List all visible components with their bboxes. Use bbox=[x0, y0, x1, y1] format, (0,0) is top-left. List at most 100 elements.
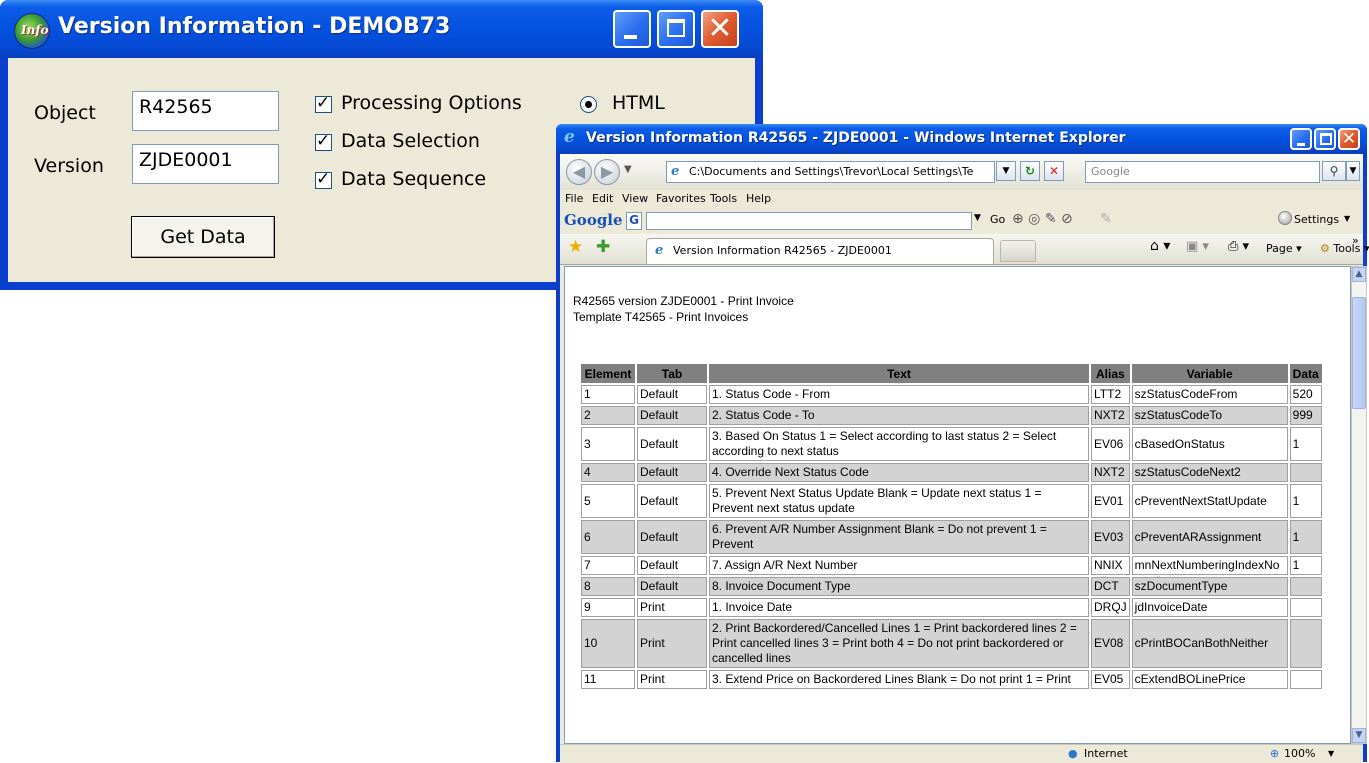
scroll-up-icon[interactable]: ▲ bbox=[1352, 267, 1366, 282]
close-button[interactable]: ✕ bbox=[701, 10, 739, 48]
tab-version-information[interactable]: e Version Information R42565 - ZJDE0001 bbox=[646, 238, 994, 264]
cell-text: 3. Based On Status 1 = Select according … bbox=[709, 427, 1089, 461]
cell-variable: szStatusCodeNext2 bbox=[1131, 463, 1288, 482]
menu-tools[interactable]: Tools bbox=[710, 192, 737, 205]
cell-text: 2. Status Code - To bbox=[709, 406, 1089, 425]
settings-button[interactable]: Settings bbox=[1294, 213, 1339, 226]
table-row: 4 Default 4. Override Next Status Code N… bbox=[581, 463, 1322, 482]
cell-data bbox=[1289, 619, 1322, 668]
cell-element: 8 bbox=[581, 577, 635, 596]
menu-favorites[interactable]: Favorites bbox=[656, 192, 706, 205]
google-g-icon[interactable]: G bbox=[626, 212, 642, 230]
get-data-label: Get Data bbox=[160, 226, 246, 248]
page-menu-button[interactable]: Page ▾ bbox=[1266, 242, 1302, 255]
chevron-more-icon[interactable]: » bbox=[1352, 234, 1359, 247]
title-bar[interactable]: Info Version Information - DEMOB73 ✕ bbox=[0, 0, 763, 58]
version-table: Element Tab Text Alias Variable Data 1 D… bbox=[579, 362, 1324, 691]
stop-button[interactable]: ✕ bbox=[1044, 161, 1064, 181]
cell-tab: Print bbox=[637, 598, 707, 617]
cell-variable: jdInvoiceDate bbox=[1131, 598, 1288, 617]
menu-edit[interactable]: Edit bbox=[592, 192, 613, 205]
ie-maximize-button[interactable] bbox=[1314, 128, 1336, 150]
scroll-down-icon[interactable]: ▼ bbox=[1352, 728, 1366, 743]
ie-close-button[interactable]: ✕ bbox=[1338, 128, 1360, 150]
menu-view[interactable]: View bbox=[622, 192, 648, 205]
google-go-button[interactable]: Go bbox=[990, 213, 1005, 226]
col-alias: Alias bbox=[1091, 364, 1130, 383]
version-input[interactable]: ZJDE0001 bbox=[132, 144, 279, 184]
cell-text: 5. Prevent Next Status Update Blank = Up… bbox=[709, 484, 1089, 518]
settings-dropdown-icon[interactable]: ▼ bbox=[1344, 214, 1350, 223]
data-sequence-checkbox[interactable]: ✓ bbox=[315, 169, 332, 189]
version-label: Version bbox=[34, 155, 104, 177]
new-tab-button[interactable] bbox=[1000, 240, 1036, 262]
address-dropdown-button[interactable]: ▼ bbox=[996, 161, 1016, 181]
cell-text: 7. Assign A/R Next Number bbox=[709, 556, 1089, 575]
zoom-dropdown-icon[interactable]: ▼ bbox=[1328, 749, 1334, 758]
table-row: 1 Default 1. Status Code - From LTT2 szS… bbox=[581, 385, 1322, 404]
add-favorites-icon[interactable]: ✚ bbox=[596, 237, 610, 257]
table-row: 10 Print 2. Print Backordered/Cancelled … bbox=[581, 619, 1322, 668]
ie-minimize-button[interactable] bbox=[1290, 128, 1312, 150]
address-bar[interactable]: e C:\Documents and Settings\Trevor\Local… bbox=[666, 161, 995, 183]
google-tool-icons[interactable]: ⊕ ◎ ✎ ⊘ bbox=[1012, 211, 1073, 227]
scroll-thumb[interactable] bbox=[1352, 297, 1366, 409]
cell-variable: szStatusCodeTo bbox=[1131, 406, 1288, 425]
html-radio[interactable] bbox=[580, 96, 597, 113]
cell-data: 999 bbox=[1289, 406, 1322, 425]
tabs-bar: ★ ✚ e Version Information R42565 - ZJDE0… bbox=[560, 234, 1369, 265]
minimize-button[interactable] bbox=[613, 10, 651, 48]
highlight-icon[interactable]: ✎ bbox=[1100, 211, 1112, 227]
cell-element: 5 bbox=[581, 484, 635, 518]
cell-data: 1 bbox=[1289, 520, 1322, 554]
processing-options-checkbox[interactable]: ✓ bbox=[315, 93, 332, 113]
home-icon[interactable]: ⌂ ▾ bbox=[1150, 238, 1170, 254]
menu-help[interactable]: Help bbox=[746, 192, 771, 205]
maximize-button[interactable] bbox=[657, 10, 695, 48]
table-row: 3 Default 3. Based On Status 1 = Select … bbox=[581, 427, 1322, 461]
minimize-icon bbox=[624, 35, 637, 39]
get-data-button[interactable]: Get Data bbox=[131, 216, 275, 258]
favorites-star-icon[interactable]: ★ bbox=[568, 237, 583, 257]
cell-data: 1 bbox=[1289, 484, 1322, 518]
tab-page-icon: e bbox=[655, 243, 664, 258]
cell-alias: NXT2 bbox=[1091, 406, 1130, 425]
window-title: Version Information - DEMOB73 bbox=[58, 14, 451, 39]
data-sequence-label[interactable]: Data Sequence bbox=[341, 168, 486, 190]
table-row: 6 Default 6. Prevent A/R Number Assignme… bbox=[581, 520, 1322, 554]
zoom-level[interactable]: 100% bbox=[1284, 747, 1315, 760]
cell-data bbox=[1289, 463, 1322, 482]
cell-tab: Print bbox=[637, 619, 707, 668]
search-input[interactable]: Google bbox=[1085, 161, 1320, 183]
cell-text: 6. Prevent A/R Number Assignment Blank =… bbox=[709, 520, 1089, 554]
google-dropdown-icon[interactable]: ▼ bbox=[974, 213, 981, 223]
data-selection-checkbox[interactable]: ✓ bbox=[315, 131, 332, 151]
table-row: 5 Default 5. Prevent Next Status Update … bbox=[581, 484, 1322, 518]
refresh-button[interactable]: ↻ bbox=[1020, 161, 1040, 181]
history-dropdown-icon[interactable]: ▼ bbox=[624, 164, 632, 175]
object-input[interactable]: R42565 bbox=[132, 91, 279, 131]
cell-data bbox=[1289, 598, 1322, 617]
menu-file[interactable]: File bbox=[565, 192, 583, 205]
google-search-input[interactable] bbox=[646, 212, 972, 230]
cell-tab: Default bbox=[637, 463, 707, 482]
processing-options-label[interactable]: Processing Options bbox=[341, 92, 522, 114]
zoom-icon: ⊕ bbox=[1270, 747, 1280, 760]
table-header-row: Element Tab Text Alias Variable Data bbox=[581, 364, 1322, 383]
forward-button[interactable]: ▶ bbox=[594, 159, 620, 185]
back-button[interactable]: ◀ bbox=[566, 159, 592, 185]
zone-label: Internet bbox=[1084, 747, 1128, 760]
google-logo: Google bbox=[564, 211, 623, 229]
html-radio-label[interactable]: HTML bbox=[612, 92, 665, 114]
search-options-button[interactable]: ▼ bbox=[1346, 161, 1360, 181]
cell-alias: NXT2 bbox=[1091, 463, 1130, 482]
tools-menu-button[interactable]: ⚙ Tools ▾ bbox=[1320, 242, 1369, 255]
feeds-icon[interactable]: ▣ ▾ bbox=[1186, 239, 1209, 254]
data-selection-label[interactable]: Data Selection bbox=[341, 130, 480, 152]
print-icon[interactable]: ⎙ ▾ bbox=[1228, 239, 1249, 254]
vertical-scrollbar[interactable]: ▲ ▼ bbox=[1351, 266, 1367, 744]
search-button[interactable]: ⚲ bbox=[1322, 161, 1346, 181]
cell-data: 1 bbox=[1289, 556, 1322, 575]
cell-text: 8. Invoice Document Type bbox=[709, 577, 1089, 596]
ie-title-bar[interactable]: e Version Information R42565 - ZJDE0001 … bbox=[556, 124, 1367, 154]
